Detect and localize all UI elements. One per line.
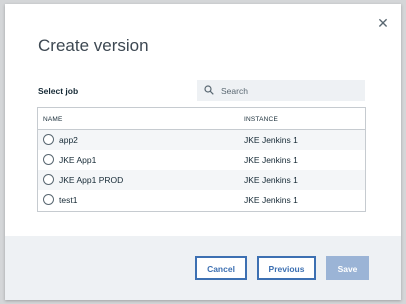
table-header: NAME INSTANCE [38, 108, 365, 130]
select-job-label: Select job [38, 86, 79, 96]
column-header-instance: INSTANCE [244, 116, 278, 123]
search-icon [204, 85, 214, 95]
table-row[interactable]: JKE App1 JKE Jenkins 1 [38, 150, 365, 170]
job-name: app2 [59, 135, 78, 145]
dialog-title: Create version [38, 36, 149, 55]
table-row[interactable]: test1 JKE Jenkins 1 [38, 190, 365, 210]
create-version-dialog: ✕ Create version Select job NAME INSTANC… [5, 4, 401, 300]
radio-button[interactable] [43, 174, 54, 185]
column-header-name: NAME [43, 116, 63, 123]
close-icon[interactable]: ✕ [377, 16, 389, 30]
table-row[interactable]: app2 JKE Jenkins 1 [38, 130, 365, 150]
job-instance: JKE Jenkins 1 [244, 195, 298, 205]
search-box[interactable] [197, 80, 365, 101]
radio-button[interactable] [43, 154, 54, 165]
radio-button[interactable] [43, 134, 54, 145]
radio-button[interactable] [43, 194, 54, 205]
cancel-button[interactable]: Cancel [195, 256, 247, 280]
job-name: JKE App1 PROD [59, 175, 124, 185]
job-instance: JKE Jenkins 1 [244, 135, 298, 145]
search-input[interactable] [221, 80, 361, 101]
job-name: test1 [59, 195, 78, 205]
job-name: JKE App1 [59, 155, 97, 165]
previous-button[interactable]: Previous [257, 256, 316, 280]
job-table: NAME INSTANCE app2 JKE Jenkins 1 JKE App… [37, 107, 366, 212]
dialog-footer: Cancel Previous Save [5, 236, 401, 300]
save-button[interactable]: Save [326, 256, 369, 280]
table-row[interactable]: JKE App1 PROD JKE Jenkins 1 [38, 170, 365, 190]
job-instance: JKE Jenkins 1 [244, 155, 298, 165]
job-instance: JKE Jenkins 1 [244, 175, 298, 185]
